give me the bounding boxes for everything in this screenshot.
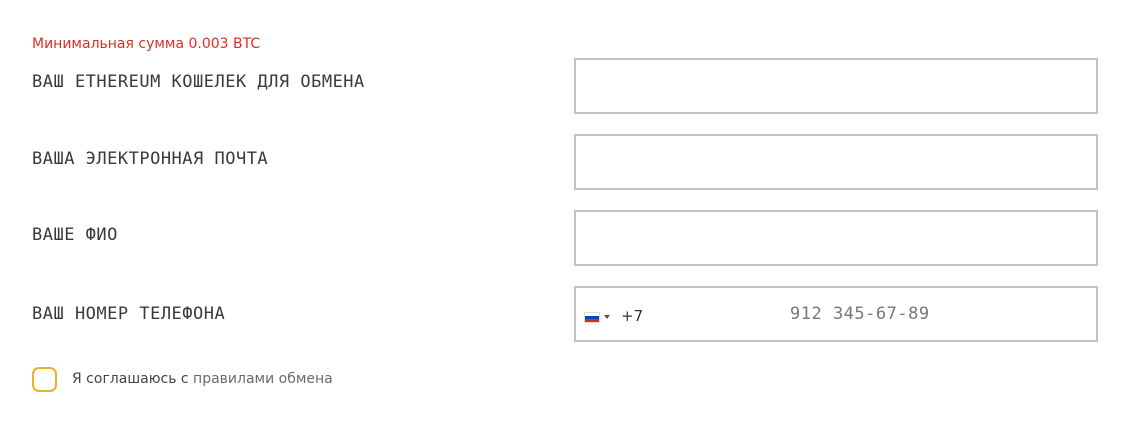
fio-field-box <box>574 210 1098 266</box>
fio-label: ВАШЕ ФИО <box>32 225 118 245</box>
fio-row: ВАШЕ ФИО <box>0 210 1131 270</box>
agreement-prefix: Я соглашаюсь с <box>72 371 194 387</box>
phone-input[interactable] <box>776 288 1131 340</box>
dial-code: +7 <box>621 307 644 325</box>
wallet-row: ВАШ ETHEREUM КОШЕЛЕК ДЛЯ ОБМЕНА <box>0 58 1131 118</box>
russia-flag-icon[interactable] <box>584 312 600 323</box>
email-field-box <box>574 134 1098 190</box>
exchange-rules-link[interactable]: правилами обмена <box>193 371 333 387</box>
email-row: ВАША ЭЛЕКТРОННАЯ ПОЧТА <box>0 134 1131 194</box>
phone-label: ВАШ НОМЕР ТЕЛЕФОНА <box>32 304 226 324</box>
wallet-input[interactable] <box>576 60 1096 112</box>
fio-input[interactable] <box>576 212 1096 264</box>
phone-row: ВАШ НОМЕР ТЕЛЕФОНА +7 <box>0 286 1131 346</box>
agreement-checkbox[interactable] <box>32 367 57 392</box>
email-label: ВАША ЭЛЕКТРОННАЯ ПОЧТА <box>32 149 269 169</box>
wallet-field-box <box>574 58 1098 114</box>
email-input[interactable] <box>576 136 1096 188</box>
chevron-down-icon[interactable] <box>604 315 610 319</box>
min-amount-error: Минимальная сумма 0.003 BTC <box>32 36 261 52</box>
phone-field-box: +7 <box>574 286 1131 342</box>
wallet-label: ВАШ ETHEREUM КОШЕЛЕК ДЛЯ ОБМЕНА <box>32 72 365 92</box>
agreement-text: Я соглашаюсь с правилами обмена <box>72 371 333 387</box>
